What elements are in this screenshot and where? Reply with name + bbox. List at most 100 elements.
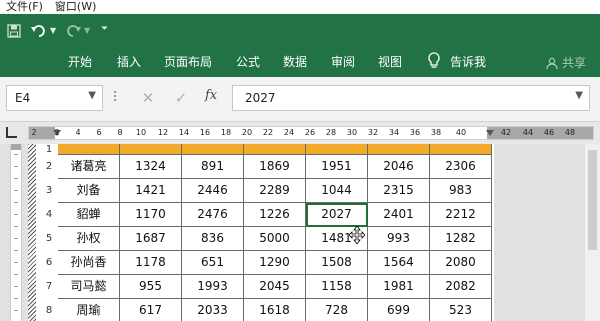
ruler-number: 16	[199, 128, 211, 137]
share-button[interactable]: 共享	[546, 54, 586, 71]
table-cell[interactable]: 1951	[306, 155, 368, 179]
table-cell[interactable]: 1290	[244, 251, 306, 275]
table-cell[interactable]: 1158	[306, 275, 368, 299]
horizontal-ruler[interactable]: 2 2 4 6 8 10 12 14 16 18 20 22 24 26 28 30 32 34 36 38 40 42 4…	[28, 126, 594, 140]
table-cell[interactable]: 1618	[244, 299, 306, 321]
table-cell[interactable]: 孙权	[58, 227, 120, 251]
tab-home[interactable]: 开始	[68, 54, 92, 70]
ruler-number: 22	[262, 128, 274, 137]
table-header-cell[interactable]	[306, 144, 368, 155]
ruler-tick	[14, 238, 18, 239]
table-cell[interactable]: 699	[368, 299, 430, 321]
menu-file[interactable]: 文件(F)	[0, 0, 49, 14]
scrollbar-thumb[interactable]	[588, 150, 597, 250]
table-cell[interactable]: 2082	[430, 275, 492, 299]
table-cell[interactable]: 1170	[120, 203, 182, 227]
table-cell[interactable]: 刘备	[58, 179, 120, 203]
table-cell[interactable]: 5000	[244, 227, 306, 251]
table-cell[interactable]: 728	[306, 299, 368, 321]
name-box[interactable]: E4 ▼	[6, 85, 103, 111]
expand-formula-bar-icon[interactable]: ▼	[575, 90, 583, 101]
table-cell[interactable]: 司马懿	[58, 275, 120, 299]
row-number: 7	[45, 281, 53, 292]
table-cell[interactable]: 貂蝉	[58, 203, 120, 227]
table-cell[interactable]: 1178	[120, 251, 182, 275]
table-cell[interactable]: 1993	[182, 275, 244, 299]
selected-cell[interactable]: 2027	[306, 203, 368, 227]
redo-dropdown-icon[interactable]: ▼	[84, 26, 90, 35]
tab-review[interactable]: 审阅	[331, 54, 355, 70]
table-cell[interactable]: 2476	[182, 203, 244, 227]
tab-selector-icon[interactable]	[6, 127, 17, 138]
ruler-number: 34	[388, 128, 400, 137]
table-cell[interactable]: 诸葛亮	[58, 155, 120, 179]
vertical-scrollbar[interactable]	[585, 144, 600, 321]
save-icon[interactable]	[6, 23, 22, 39]
tab-formulas[interactable]: 公式	[236, 54, 260, 70]
table-cell[interactable]: 周瑜	[58, 299, 120, 321]
table-cell[interactable]: 1869	[244, 155, 306, 179]
right-indent-marker[interactable]	[486, 130, 494, 136]
vertical-ruler-margin	[11, 144, 21, 150]
table-cell[interactable]: 2212	[430, 203, 492, 227]
table-cell[interactable]: 2033	[182, 299, 244, 321]
table-cell[interactable]: 2401	[368, 203, 430, 227]
table-cell[interactable]: 1981	[368, 275, 430, 299]
table-cell[interactable]: 891	[182, 155, 244, 179]
table-cell[interactable]: 2315	[368, 179, 430, 203]
table-cell[interactable]: 2046	[368, 155, 430, 179]
table-cell[interactable]: 983	[430, 179, 492, 203]
ruler-tick	[14, 214, 18, 215]
table-header-cell[interactable]	[430, 144, 492, 155]
undo-icon[interactable]	[30, 22, 48, 40]
table-cell[interactable]: 836	[182, 227, 244, 251]
row-number: 3	[45, 185, 53, 196]
table-header-cell[interactable]	[120, 144, 182, 155]
table-cell[interactable]: 1226	[244, 203, 306, 227]
table-cell[interactable]: 1564	[368, 251, 430, 275]
customize-toolbar-icon[interactable]: ⏷	[101, 24, 108, 34]
table-header-cell[interactable]	[368, 144, 430, 155]
table-cell[interactable]: 617	[120, 299, 182, 321]
table-cell[interactable]: 2306	[430, 155, 492, 179]
table-header-cell[interactable]	[244, 144, 306, 155]
table-cell[interactable]: 1324	[120, 155, 182, 179]
cancel-icon[interactable]: ✕	[137, 87, 159, 109]
table-cell[interactable]: 993	[368, 227, 430, 251]
table-cell[interactable]: 2446	[182, 179, 244, 203]
tab-page-layout[interactable]: 页面布局	[164, 54, 212, 70]
ruler-number: 40	[455, 128, 467, 137]
table-cell[interactable]: 523	[430, 299, 492, 321]
enter-check-icon[interactable]: ✓	[170, 87, 192, 109]
row-number: 4	[45, 209, 53, 220]
formula-bar-grip[interactable]	[112, 91, 118, 105]
tab-data[interactable]: 数据	[283, 54, 307, 70]
table-cell[interactable]: 孙尚香	[58, 251, 120, 275]
menu-window[interactable]: 窗口(W)	[49, 0, 102, 14]
table-cell[interactable]: 1421	[120, 179, 182, 203]
table-cell[interactable]: 955	[120, 275, 182, 299]
tell-me-search[interactable]: 告诉我	[450, 54, 486, 70]
table-cell[interactable]: 1282	[430, 227, 492, 251]
vertical-ruler[interactable]	[10, 144, 22, 321]
insert-function-button[interactable]: fx	[205, 88, 217, 103]
name-box-dropdown-icon[interactable]: ▼	[88, 90, 96, 101]
lightbulb-icon[interactable]	[428, 52, 440, 74]
table-cell[interactable]: 1508	[306, 251, 368, 275]
tab-insert[interactable]: 插入	[117, 54, 141, 70]
table-cell[interactable]: 2080	[430, 251, 492, 275]
formula-input[interactable]: 2027 ▼	[232, 85, 590, 111]
horizontal-ruler-area: 2 2 4 6 8 10 12 14 16 18 20 22 24 26 28 30 32 34 36 38 40 42 4…	[0, 122, 600, 144]
table-cell[interactable]: 1044	[306, 179, 368, 203]
table-cell[interactable]: 2045	[244, 275, 306, 299]
table-cell[interactable]: 651	[182, 251, 244, 275]
table-header-cell[interactable]	[58, 144, 120, 155]
ruler-number: 12	[157, 128, 169, 137]
table-header-cell[interactable]	[182, 144, 244, 155]
undo-dropdown-icon[interactable]: ▼	[50, 26, 56, 35]
ruler-number: 32	[367, 128, 379, 137]
table-cell[interactable]: 2289	[244, 179, 306, 203]
tab-view[interactable]: 视图	[378, 54, 402, 70]
table-cell[interactable]: 1687	[120, 227, 182, 251]
redo-icon[interactable]	[64, 22, 82, 40]
